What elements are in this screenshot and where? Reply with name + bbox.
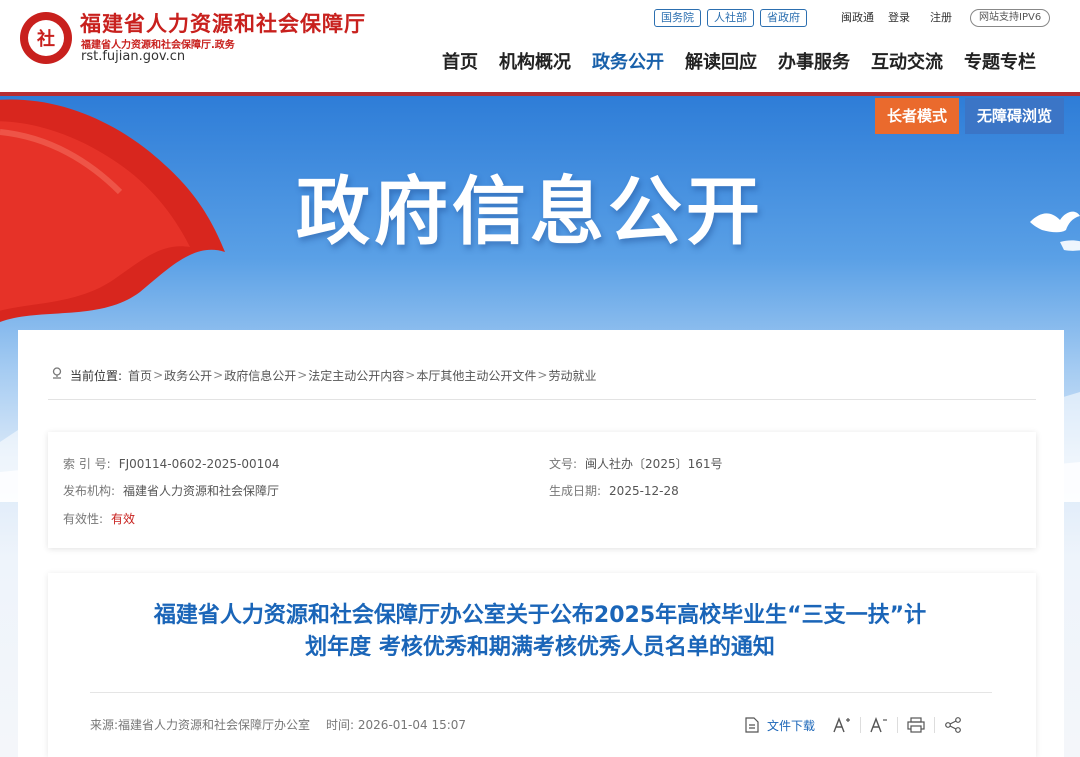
site-name[interactable]: 福建省人力资源和社会保障厅 — [80, 8, 366, 38]
meta-doc-no: 文号: 闽人社办〔2025〕161号 — [549, 455, 723, 472]
main-nav: 首页 机构概况 政务公开 解读回应 办事服务 互动交流 专题专栏 — [442, 48, 1057, 74]
breadcrumb-separator: > — [153, 368, 164, 382]
breadcrumb-employment[interactable]: 劳动就业 — [548, 367, 596, 384]
article-meta: 来源:福建省人力资源和社会保障厅办公室 时间: 2026-01-04 15:07 — [90, 716, 466, 733]
nav-home[interactable]: 首页 — [442, 48, 478, 74]
meta-index-value: FJ00114-0602-2025-00104 — [118, 457, 280, 471]
article-time: 时间: 2026-01-04 15:07 — [326, 718, 467, 732]
logo-char: 社 — [28, 20, 64, 56]
meta-validity: 有效性: 有效 — [63, 510, 135, 527]
nav-services[interactable]: 办事服务 — [778, 48, 850, 74]
meta-index: 索 引 号: FJ00114-0602-2025-00104 — [63, 455, 280, 472]
breadcrumb-separator: > — [213, 368, 224, 382]
login-link[interactable]: 登录 — [888, 9, 910, 27]
meta-publisher-label: 发布机构: — [63, 484, 116, 498]
file-download-button[interactable]: 文件下载 — [745, 717, 815, 734]
font-increase-button[interactable] — [833, 717, 851, 733]
mode-buttons: 长者模式 无障碍浏览 — [869, 98, 1064, 134]
article-title: 福建省人力资源和社会保障厅办公室关于公布2025年高校毕业生“三支一扶”计 划年… — [70, 600, 1010, 664]
meta-publisher: 发布机构: 福建省人力资源和社会保障厅 — [63, 482, 279, 499]
dove-icon — [1030, 211, 1080, 251]
meta-date-value: 2025-12-28 — [609, 484, 679, 498]
share-icon — [945, 717, 961, 733]
banner-title: 政府信息公开 — [296, 169, 764, 255]
document-icon — [745, 717, 759, 733]
site-header: 社 福建省人力资源和社会保障厅 福建省人力资源和社会保障厅.政务 rst.fuj… — [0, 0, 1080, 92]
elder-mode-button[interactable]: 长者模式 — [874, 98, 959, 134]
article-source: 来源:福建省人力资源和社会保障厅办公室 — [90, 718, 311, 732]
site-domain: rst.fujian.gov.cn — [81, 49, 186, 64]
print-icon — [907, 717, 925, 733]
meta-doc-no-value: 闽人社办〔2025〕161号 — [585, 457, 723, 471]
top-links: 国务院 人社部 省政府 闽政通 登录 注册 网站支持IPV6 — [654, 9, 1051, 27]
meta-publisher-value: 福建省人力资源和社会保障厅 — [123, 484, 280, 498]
file-download-label: 文件下载 — [767, 718, 816, 733]
article-title-line1: 福建省人力资源和社会保障厅办公室关于公布2025年高校毕业生“三支一扶”计 — [153, 603, 927, 628]
nav-interpretation[interactable]: 解读回应 — [685, 48, 757, 74]
banner-top-line — [0, 92, 1080, 96]
print-button[interactable] — [907, 717, 925, 733]
nav-special-topics[interactable]: 专题专栏 — [964, 48, 1036, 74]
font-decrease-button[interactable] — [870, 717, 888, 733]
breadcrumb-label: 当前位置: — [70, 368, 123, 383]
meta-validity-value: 有效 — [111, 512, 136, 526]
logo-emblem[interactable]: 社 — [20, 12, 72, 64]
meta-validity-label: 有效性: — [63, 512, 104, 526]
tool-divider — [897, 717, 899, 733]
breadcrumb-statutory[interactable]: 法定主动公开内容 — [308, 367, 404, 384]
breadcrumb-gov-affairs[interactable]: 政务公开 — [164, 367, 212, 384]
nav-gov-affairs[interactable]: 政务公开 — [592, 48, 664, 74]
breadcrumb: 当前位置: 首页 > 政务公开 > 政府信息公开 > 法定主动公开内容 > 本厅… — [50, 366, 596, 384]
location-pin-icon — [50, 366, 64, 384]
link-mohrss[interactable]: 人社部 — [707, 9, 754, 27]
breadcrumb-separator: > — [297, 368, 308, 382]
font-decrease-icon — [870, 717, 888, 733]
article-tools: 文件下载 — [736, 713, 971, 737]
link-province-gov[interactable]: 省政府 — [760, 9, 807, 27]
share-button[interactable] — [944, 717, 962, 733]
meta-doc-no-label: 文号: — [549, 457, 578, 471]
accessible-browse-button[interactable]: 无障碍浏览 — [964, 98, 1064, 134]
font-increase-icon — [833, 717, 851, 733]
meta-date: 生成日期: 2025-12-28 — [549, 482, 679, 499]
register-link[interactable]: 注册 — [930, 9, 952, 27]
meta-date-label: 生成日期: — [549, 484, 602, 498]
breadcrumb-info-disclosure[interactable]: 政府信息公开 — [224, 367, 296, 384]
breadcrumb-separator: > — [537, 368, 548, 382]
breadcrumb-separator: > — [405, 368, 416, 382]
nav-interaction[interactable]: 互动交流 — [871, 48, 943, 74]
breadcrumb-divider — [48, 399, 1036, 400]
ipv6-badge: 网站支持IPV6 — [970, 9, 1051, 27]
breadcrumb-other-files[interactable]: 本厅其他主动公开文件 — [416, 367, 536, 384]
meta-index-label: 索 引 号: — [63, 457, 111, 471]
tool-divider — [934, 717, 936, 733]
article-title-line2: 划年度 考核优秀和期满考核优秀人员名单的通知 — [305, 635, 775, 660]
article-divider — [90, 692, 992, 693]
nav-about[interactable]: 机构概况 — [499, 48, 571, 74]
link-state-council[interactable]: 国务院 — [654, 9, 701, 27]
breadcrumb-home[interactable]: 首页 — [128, 367, 152, 384]
tool-divider — [860, 717, 862, 733]
link-minzhengtong[interactable]: 闽政通 — [841, 9, 874, 27]
